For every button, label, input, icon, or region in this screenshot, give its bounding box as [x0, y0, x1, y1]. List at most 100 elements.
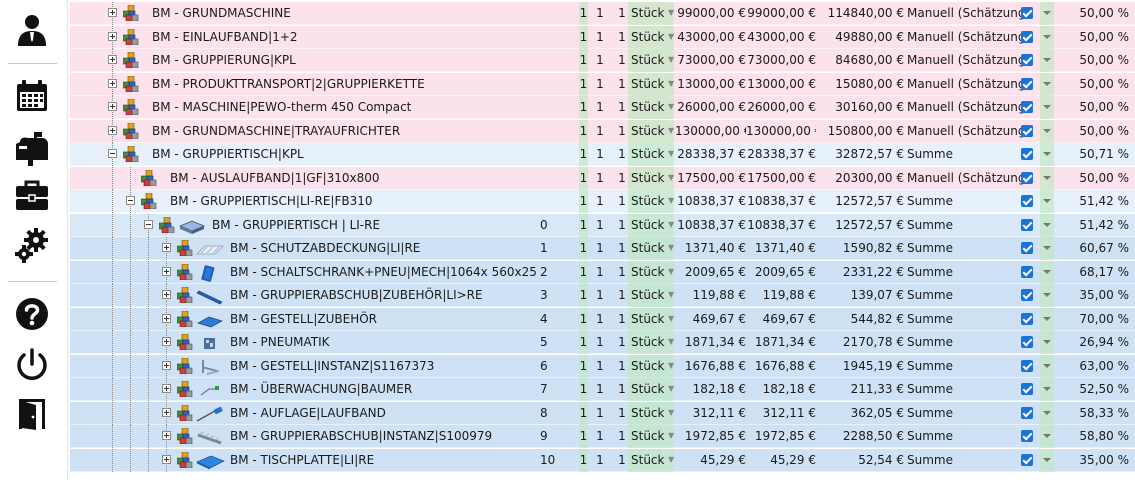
row-options-dropdown[interactable]: [1040, 284, 1054, 307]
include-checkbox[interactable]: [1021, 219, 1033, 231]
help-icon[interactable]: [14, 296, 50, 332]
include-checkbox[interactable]: [1021, 242, 1033, 254]
table-row[interactable]: BM - GRUPPIERABSCHUB|INSTANZ|S100979 9 1 1 1…: [70, 425, 1135, 448]
quantity-cell[interactable]: 1: [591, 308, 609, 331]
chevron-down-icon[interactable]: ▼: [668, 378, 674, 401]
include-checkbox[interactable]: [1021, 7, 1033, 19]
include-checkbox[interactable]: [1021, 195, 1033, 207]
expand-icon[interactable]: [108, 55, 117, 64]
table-row[interactable]: BM - GRUPPIERABSCHUB|ZUBEHÖR|LI>RE 3 1 1 1 St…: [70, 284, 1135, 307]
chevron-down-icon[interactable]: ▼: [668, 237, 674, 260]
table-row[interactable]: BM - AUSLAUFBAND|1|GF|310x800 1 1 1 Stück 175…: [70, 167, 1135, 190]
gears-icon[interactable]: [14, 227, 50, 263]
table-row[interactable]: BM - GRUNDMASCHINE|TRAYAUFRICHTER 1 1 1 Stüc…: [70, 120, 1135, 143]
table-row[interactable]: BM - GESTELL|INSTANZ|S1167373 6 1 1 1 Stück 16…: [70, 355, 1135, 378]
chevron-down-icon[interactable]: ▼: [668, 284, 674, 307]
chevron-down-icon[interactable]: ▼: [668, 402, 674, 425]
row-options-dropdown[interactable]: [1040, 26, 1054, 49]
table-row[interactable]: BM - GESTELL|ZUBEHÖR 4 1 1 1 Stück 469,67 €469…: [70, 308, 1135, 331]
expand-icon[interactable]: [162, 314, 171, 323]
include-checkbox[interactable]: [1021, 54, 1033, 66]
quantity-cell[interactable]: 1: [591, 261, 609, 284]
row-options-dropdown[interactable]: [1040, 143, 1054, 166]
row-options-dropdown[interactable]: [1040, 190, 1054, 213]
expand-icon[interactable]: [162, 431, 171, 440]
chevron-down-icon[interactable]: ▼: [668, 355, 674, 378]
row-options-dropdown[interactable]: [1040, 49, 1054, 72]
mailbox-icon[interactable]: [14, 130, 50, 166]
expand-icon[interactable]: [108, 79, 117, 88]
quantity-cell[interactable]: 1: [591, 96, 609, 119]
collapse-icon[interactable]: [126, 196, 135, 205]
user-icon[interactable]: [14, 12, 50, 48]
quantity-cell[interactable]: 1: [591, 49, 609, 72]
table-row[interactable]: BM - GRUPPIERTISCH | LI-RE 0 1 1 1 Stück 10838…: [70, 214, 1135, 237]
calendar-icon[interactable]: [14, 78, 50, 114]
row-options-dropdown[interactable]: [1040, 378, 1054, 401]
row-options-dropdown[interactable]: [1040, 214, 1054, 237]
quantity-cell[interactable]: 1: [579, 167, 588, 190]
expand-icon[interactable]: [162, 361, 171, 370]
chevron-down-icon[interactable]: ▼: [668, 143, 674, 166]
chevron-down-icon[interactable]: ▼: [668, 26, 674, 49]
include-checkbox[interactable]: [1021, 430, 1033, 442]
expand-icon[interactable]: [108, 102, 117, 111]
table-row[interactable]: BM - PNEUMATIK 5 1 1 1 Stück 1871,34 €1871,34 …: [70, 331, 1135, 354]
quantity-cell[interactable]: 1: [591, 73, 609, 96]
expand-icon[interactable]: [162, 337, 171, 346]
row-options-dropdown[interactable]: [1040, 425, 1054, 448]
expand-icon[interactable]: [162, 243, 171, 252]
expand-icon[interactable]: [162, 267, 171, 276]
quantity-cell[interactable]: 1: [579, 284, 588, 307]
include-checkbox[interactable]: [1021, 336, 1033, 348]
table-row[interactable]: BM - AUFLAGE|LAUFBAND 8 1 1 1 Stück 312,11 €31…: [70, 402, 1135, 425]
table-row[interactable]: BM - GRUPPIERUNG|KPL 1 1 1 Stück 73000,00 €73…: [70, 49, 1135, 72]
chevron-down-icon[interactable]: ▼: [668, 331, 674, 354]
row-options-dropdown[interactable]: [1040, 96, 1054, 119]
include-checkbox[interactable]: [1021, 407, 1033, 419]
include-checkbox[interactable]: [1021, 78, 1033, 90]
include-checkbox[interactable]: [1021, 101, 1033, 113]
quantity-cell[interactable]: 1: [579, 190, 588, 213]
quantity-cell[interactable]: 1: [591, 26, 609, 49]
row-options-dropdown[interactable]: [1040, 261, 1054, 284]
quantity-cell[interactable]: 1: [579, 449, 588, 472]
expand-icon[interactable]: [108, 8, 117, 17]
collapse-icon[interactable]: [144, 220, 153, 229]
quantity-cell[interactable]: 1: [579, 73, 588, 96]
briefcase-icon[interactable]: [14, 177, 50, 213]
quantity-cell[interactable]: 1: [579, 143, 588, 166]
row-options-dropdown[interactable]: [1040, 449, 1054, 472]
include-checkbox[interactable]: [1021, 454, 1033, 466]
table-row[interactable]: BM - GRUPPIERTISCH|LI-RE|FB310 1 1 1 Stück 10…: [70, 190, 1135, 213]
row-options-dropdown[interactable]: [1040, 120, 1054, 143]
table-row[interactable]: BM - SCHUTZABDECKUNG|LI|RE 1 1 1 1 Stück 1371,…: [70, 237, 1135, 260]
chevron-down-icon[interactable]: ▼: [668, 167, 674, 190]
table-row[interactable]: BM - TISCHPLATTE|LI|RE 10 1 1 1 Stück 45,29 €4…: [70, 449, 1135, 472]
quantity-cell[interactable]: 1: [591, 214, 609, 237]
quantity-cell[interactable]: 1: [579, 96, 588, 119]
chevron-down-icon[interactable]: ▼: [668, 449, 674, 472]
row-options-dropdown[interactable]: [1040, 331, 1054, 354]
quantity-cell[interactable]: 1: [579, 378, 588, 401]
chevron-down-icon[interactable]: ▼: [668, 49, 674, 72]
quantity-cell[interactable]: 1: [579, 425, 588, 448]
quantity-cell[interactable]: 1: [591, 143, 609, 166]
quantity-cell[interactable]: 1: [579, 308, 588, 331]
chevron-down-icon[interactable]: ▼: [668, 261, 674, 284]
quantity-cell[interactable]: 1: [591, 2, 609, 25]
include-checkbox[interactable]: [1021, 148, 1033, 160]
row-options-dropdown[interactable]: [1040, 402, 1054, 425]
table-row[interactable]: BM - ÜBERWACHUNG|BAUMER 7 1 1 1 Stück 182,18 €…: [70, 378, 1135, 401]
quantity-cell[interactable]: 1: [579, 2, 588, 25]
table-row[interactable]: BM - PRODUKTTRANSPORT|2|GRUPPIERKETTE 1 1 1…: [70, 73, 1135, 96]
quantity-cell[interactable]: 1: [591, 378, 609, 401]
row-options-dropdown[interactable]: [1040, 237, 1054, 260]
quantity-cell[interactable]: 1: [591, 120, 609, 143]
quantity-cell[interactable]: 1: [591, 449, 609, 472]
quantity-cell[interactable]: 1: [579, 49, 588, 72]
quantity-cell[interactable]: 1: [579, 214, 588, 237]
chevron-down-icon[interactable]: ▼: [668, 425, 674, 448]
include-checkbox[interactable]: [1021, 360, 1033, 372]
quantity-cell[interactable]: 1: [591, 237, 609, 260]
